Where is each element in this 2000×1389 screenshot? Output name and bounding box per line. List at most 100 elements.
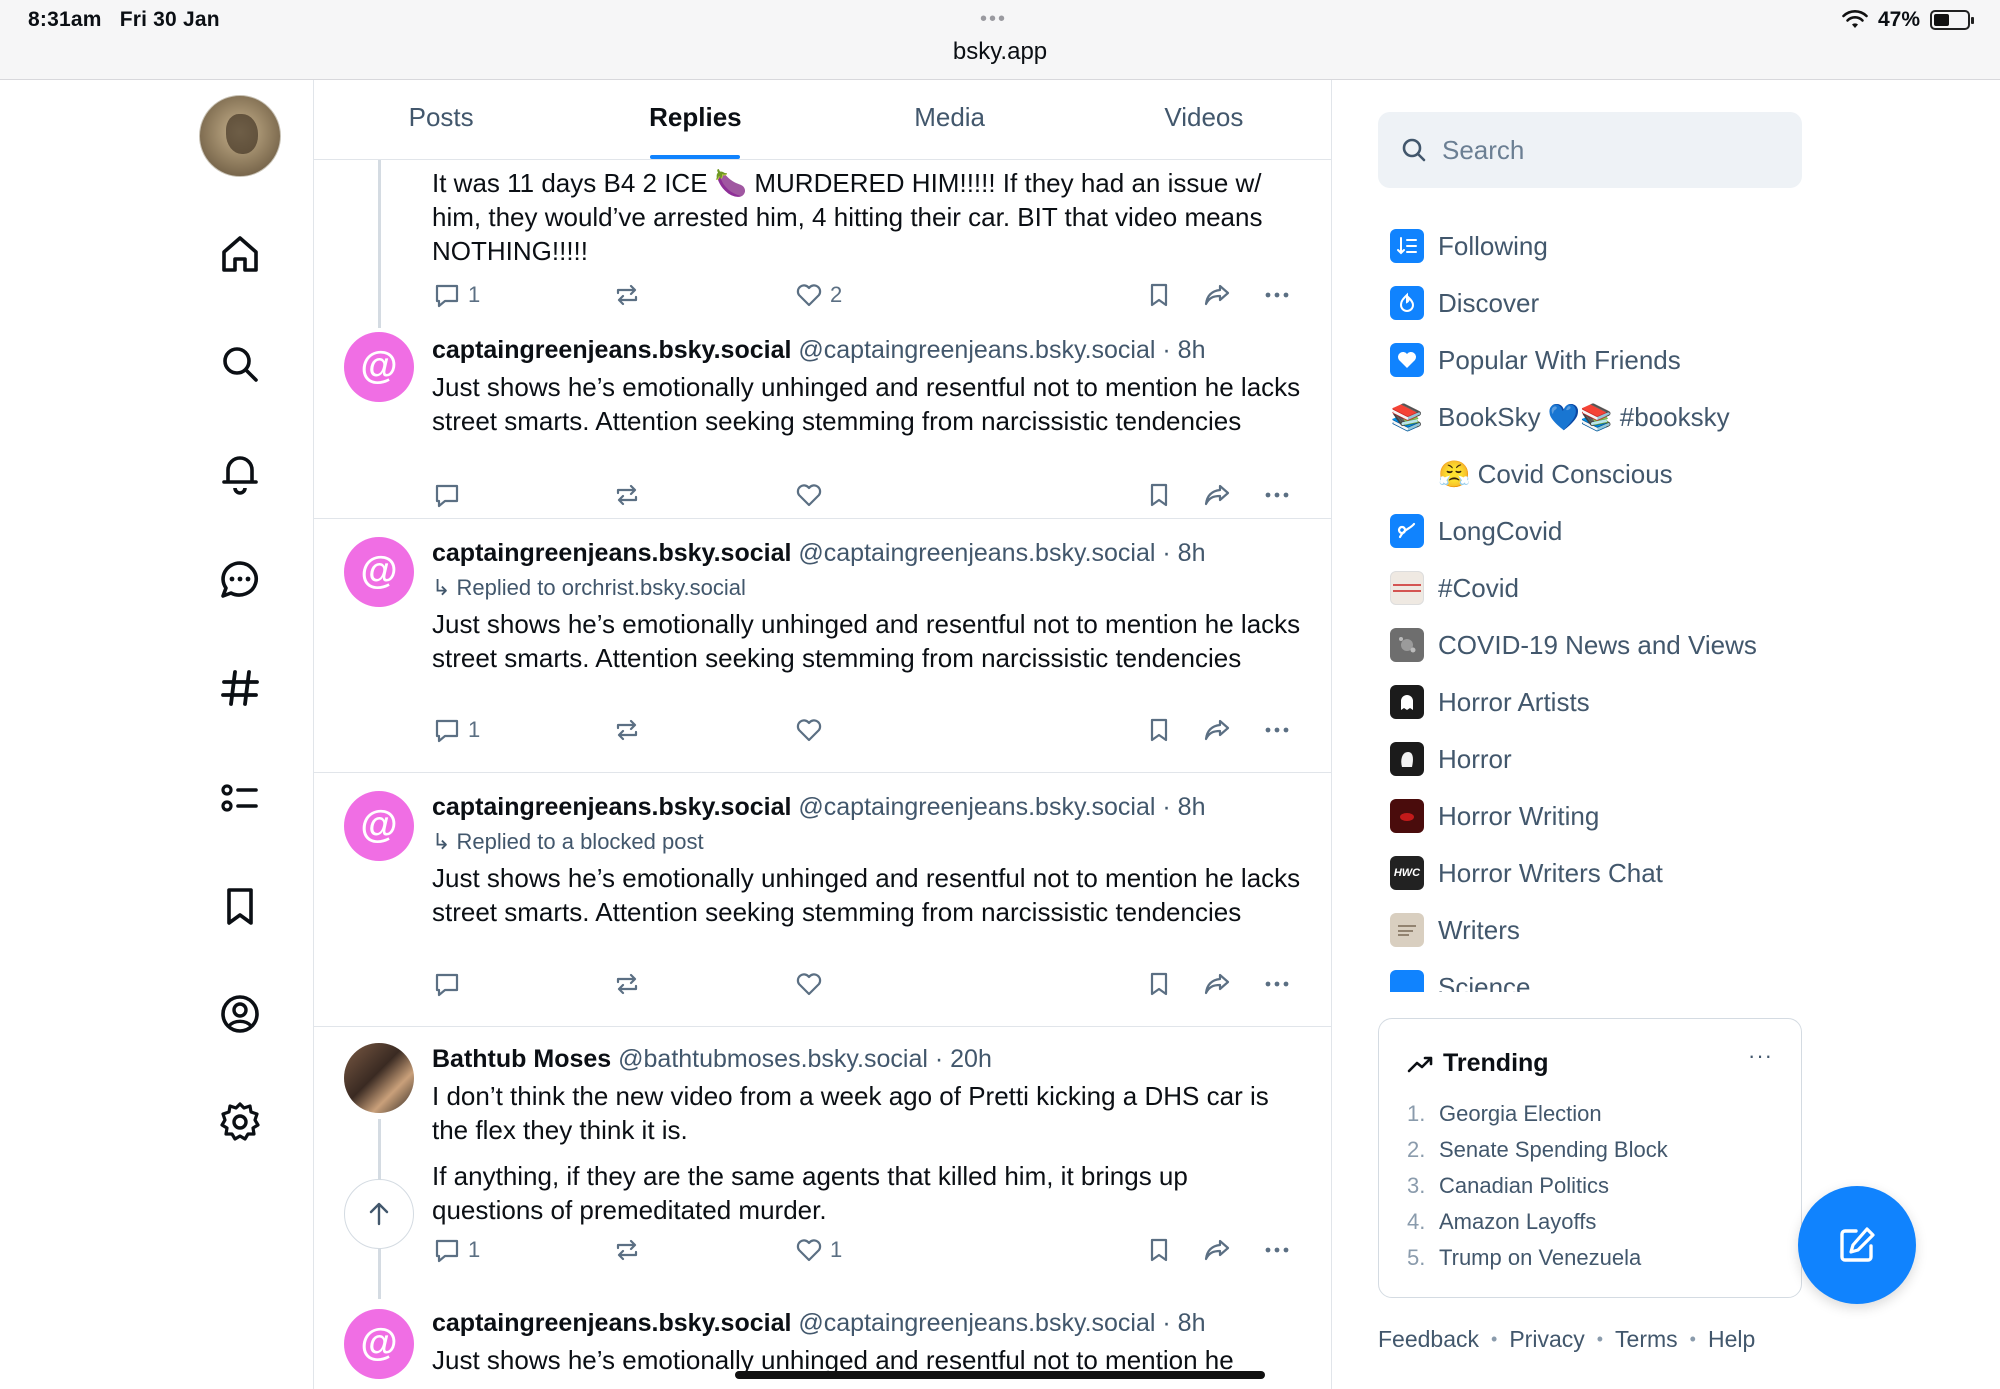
author-handle[interactable]: @captaingreenjeans.bsky.social · 8h xyxy=(798,539,1205,567)
repost-button[interactable] xyxy=(612,480,642,510)
bookmark-button[interactable] xyxy=(1144,715,1174,745)
replied-to-label[interactable]: ↳ Replied to a blocked post xyxy=(432,829,704,855)
author-handle[interactable]: @captaingreenjeans.bsky.social · 8h xyxy=(798,1309,1205,1337)
feed-item-horror-writers-chat[interactable]: HWC Horror Writers Chat xyxy=(1390,853,1663,893)
tab-posts[interactable]: Posts xyxy=(314,80,568,159)
url-bar[interactable]: bsky.app xyxy=(0,38,2000,66)
feed-item-covid-conscious[interactable]: 😷 😤 Covid Conscious xyxy=(1390,454,1672,494)
bookmarks-icon[interactable] xyxy=(216,882,264,930)
tab-media[interactable]: Media xyxy=(823,80,1077,159)
reply-button[interactable]: 1 xyxy=(432,715,480,745)
like-button[interactable] xyxy=(794,969,830,999)
hashtag-feeds-icon[interactable] xyxy=(216,664,264,712)
bookmark-button[interactable] xyxy=(1144,1235,1174,1265)
feed-item-booksky[interactable]: 📚 BookSky 💙📚 #booksky xyxy=(1390,397,1730,437)
footer-terms-link[interactable]: Terms xyxy=(1615,1326,1678,1353)
author-name[interactable]: captaingreenjeans.bsky.social xyxy=(432,793,791,821)
author-name[interactable]: captaingreenjeans.bsky.social xyxy=(432,1309,791,1337)
author-handle[interactable]: @captaingreenjeans.bsky.social · 8h xyxy=(798,793,1205,821)
footer-privacy-link[interactable]: Privacy xyxy=(1509,1326,1584,1353)
author-handle[interactable]: @bathtubmoses.bsky.social · 20h xyxy=(618,1045,992,1073)
feed-post[interactable]: It was 11 days B4 2 ICE 🍆 MURDERED HIM!!… xyxy=(314,160,1331,328)
feed-item-longcovid[interactable]: LongCovid xyxy=(1390,511,1562,551)
search-nav-icon[interactable] xyxy=(216,340,264,388)
lists-icon[interactable] xyxy=(216,774,264,822)
repost-button[interactable] xyxy=(612,969,642,999)
footer-feedback-link[interactable]: Feedback xyxy=(1378,1326,1479,1353)
author-name[interactable]: captaingreenjeans.bsky.social xyxy=(432,336,791,364)
footer-help-link[interactable]: Help xyxy=(1708,1326,1755,1353)
feed-item-horror[interactable]: Horror xyxy=(1390,739,1512,779)
author-avatar[interactable]: @ xyxy=(344,332,414,402)
feed-item-horror-artists[interactable]: Horror Artists xyxy=(1390,682,1590,722)
share-button[interactable] xyxy=(1202,280,1232,310)
reply-button[interactable]: 1 xyxy=(432,1235,480,1265)
my-avatar[interactable] xyxy=(199,95,281,177)
search-box[interactable] xyxy=(1378,112,1802,188)
bookmark-button[interactable] xyxy=(1144,480,1174,510)
author-handle[interactable]: @captaingreenjeans.bsky.social · 8h xyxy=(798,336,1205,364)
like-button[interactable]: 2 xyxy=(794,280,842,310)
arrow-up-icon xyxy=(369,1202,389,1226)
profile-icon[interactable] xyxy=(216,990,264,1038)
author-name[interactable]: Bathtub Moses xyxy=(432,1045,611,1073)
bookmark-button[interactable] xyxy=(1144,969,1174,999)
repost-button[interactable] xyxy=(612,1235,642,1265)
reply-button[interactable]: 1 xyxy=(432,280,480,310)
more-options-button[interactable] xyxy=(1262,480,1292,510)
trending-item[interactable]: 4. Amazon Layoffs xyxy=(1407,1209,1668,1245)
trending-item[interactable]: 5. Trump on Venezuela xyxy=(1407,1245,1668,1281)
author-name[interactable]: captaingreenjeans.bsky.social xyxy=(432,539,791,567)
scroll-to-top-button[interactable] xyxy=(344,1179,414,1249)
share-button[interactable] xyxy=(1202,1235,1232,1265)
trending-item[interactable]: 3. Canadian Politics xyxy=(1407,1173,1668,1209)
trending-item[interactable]: 2. Senate Spending Block xyxy=(1407,1137,1668,1173)
feed-item-covid[interactable]: #Covid xyxy=(1390,568,1519,608)
feed-item-discover[interactable]: Discover xyxy=(1390,283,1539,323)
feed-post[interactable]: Bathtub Moses @bathtubmoses.bsky.social … xyxy=(314,1027,1331,1299)
more-options-button[interactable] xyxy=(1262,1235,1292,1265)
trending-panel: Trending ··· 1. Georgia Election 2. Senate… xyxy=(1378,1018,1802,1298)
trending-item[interactable]: 1. Georgia Election xyxy=(1407,1101,1668,1137)
trending-rank: 1. xyxy=(1407,1101,1426,1126)
feed-item-popular-with-friends[interactable]: Popular With Friends xyxy=(1390,340,1681,380)
tab-overview-dots[interactable]: ••• xyxy=(980,8,1007,31)
author-avatar[interactable]: @ xyxy=(344,537,414,607)
chat-icon[interactable] xyxy=(216,556,264,604)
author-avatar[interactable]: @ xyxy=(344,1309,414,1379)
more-options-button[interactable] xyxy=(1262,969,1292,999)
feed-item-horror-writing[interactable]: Horror Writing xyxy=(1390,796,1599,836)
home-icon[interactable] xyxy=(216,230,264,278)
replied-to-label[interactable]: ↳ Replied to orchrist.bsky.social xyxy=(432,575,746,601)
bookmark-button[interactable] xyxy=(1144,280,1174,310)
reply-button[interactable] xyxy=(432,969,468,999)
reply-button[interactable] xyxy=(432,480,468,510)
home-indicator[interactable] xyxy=(735,1371,1265,1379)
feed-post[interactable]: @ captaingreenjeans.bsky.social @captain… xyxy=(314,773,1331,1027)
feed-post[interactable]: @ captaingreenjeans.bsky.social @captain… xyxy=(314,519,1331,773)
tab-replies[interactable]: Replies xyxy=(568,80,822,159)
like-button[interactable] xyxy=(794,480,830,510)
repost-button[interactable] xyxy=(612,280,642,310)
repost-button[interactable] xyxy=(612,715,642,745)
share-button[interactable] xyxy=(1202,969,1232,999)
feed-item-following[interactable]: Following xyxy=(1390,226,1548,266)
feed-item-covid19-news[interactable]: COVID-19 News and Views xyxy=(1390,625,1757,665)
trending-more-button[interactable]: ··· xyxy=(1748,1043,1773,1069)
feed-item-science[interactable]: Science xyxy=(1390,967,1531,992)
feed-post[interactable]: @ captaingreenjeans.bsky.social @captain… xyxy=(314,314,1331,519)
like-button[interactable]: 1 xyxy=(794,1235,842,1265)
author-avatar[interactable] xyxy=(344,1043,414,1113)
share-button[interactable] xyxy=(1202,715,1232,745)
search-input[interactable] xyxy=(1442,134,1782,166)
author-avatar[interactable]: @ xyxy=(344,791,414,861)
like-button[interactable] xyxy=(794,715,830,745)
more-options-button[interactable] xyxy=(1262,715,1292,745)
settings-gear-icon[interactable] xyxy=(216,1098,264,1146)
feed-item-writers[interactable]: Writers xyxy=(1390,910,1520,950)
compose-post-button[interactable] xyxy=(1798,1186,1916,1304)
more-options-button[interactable] xyxy=(1262,280,1292,310)
share-button[interactable] xyxy=(1202,480,1232,510)
notifications-bell-icon[interactable] xyxy=(216,448,264,496)
tab-videos[interactable]: Videos xyxy=(1077,80,1331,159)
